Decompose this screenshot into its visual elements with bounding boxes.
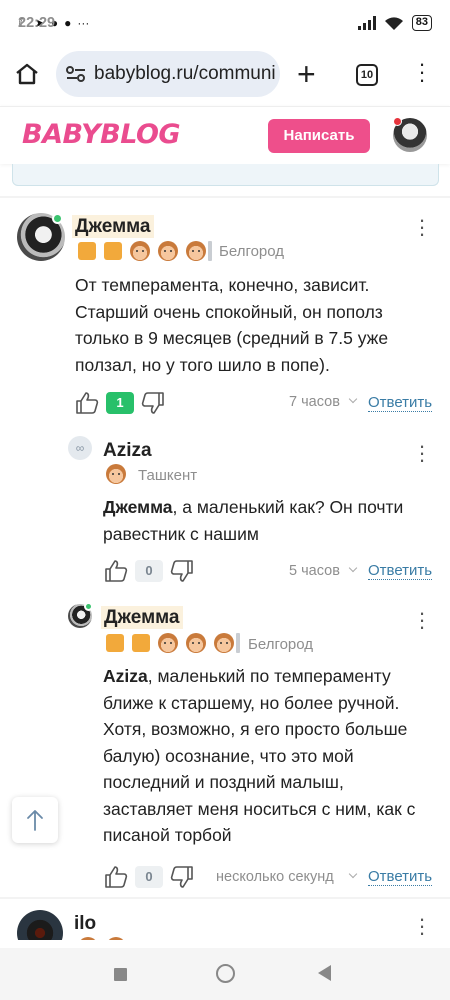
vote-controls: 0: [103, 558, 195, 584]
comment-author[interactable]: Джемма: [101, 606, 183, 629]
comment-text: От темперамента, конечно, зависит. Старш…: [75, 275, 389, 375]
comment-author[interactable]: Джемма: [72, 215, 154, 238]
site-header: BABYBLOG Написать: [0, 106, 450, 164]
mention-link[interactable]: Джемма: [103, 497, 173, 517]
reply-link[interactable]: Ответить: [368, 869, 433, 886]
home-nav-icon[interactable]: [216, 964, 235, 983]
battery-indicator: 83: [411, 15, 432, 31]
avatar-placeholder-icon[interactable]: ∞: [68, 436, 92, 460]
content-fade: [0, 940, 450, 948]
baby-boy-icon: [214, 633, 234, 653]
thumbs-down-icon[interactable]: [169, 558, 195, 584]
comment-menu-icon[interactable]: · · ·: [417, 908, 427, 944]
comment-divider: [0, 897, 450, 899]
baby-boy-icon: [158, 633, 178, 653]
more-notifications-icon: ···: [77, 16, 90, 30]
thumbs-up-icon[interactable]: [103, 558, 129, 584]
signal-icon: [357, 16, 376, 30]
baby-boy-icon: [106, 464, 126, 484]
status-bar: 22:29 ☾ ➤ ● ● ··· 83: [0, 0, 450, 46]
comment-menu-icon[interactable]: · · ·: [417, 209, 427, 245]
online-indicator: [84, 602, 93, 611]
comment-author[interactable]: ilo: [74, 913, 96, 935]
comment-menu-icon[interactable]: · · ·: [417, 435, 427, 471]
thumbs-up-icon[interactable]: [103, 864, 129, 890]
browser-toolbar: babyblog.ru/communi + 10 · · ·: [0, 50, 450, 102]
baby-boy-icon: [130, 241, 150, 261]
pregnancy-bar-icon: [208, 241, 212, 261]
vote-count: 0: [135, 866, 163, 888]
new-tab-icon[interactable]: +: [297, 56, 316, 93]
thumbs-down-icon[interactable]: [169, 864, 195, 890]
site-logo[interactable]: BABYBLOG: [22, 119, 181, 150]
mention-link[interactable]: Aziza: [103, 666, 148, 686]
user-badges: [106, 633, 240, 653]
vote-controls: 0: [103, 864, 195, 890]
comment-author[interactable]: Aziza: [103, 440, 152, 462]
pregnancy-bar-icon: [236, 633, 240, 653]
badge-square-icon: [78, 242, 96, 260]
comment-time: 5 часов: [289, 563, 340, 579]
user-badges: [78, 241, 212, 261]
comment-time: 7 часов: [289, 394, 340, 410]
badge-square-icon: [132, 634, 150, 652]
recents-icon[interactable]: [114, 968, 127, 981]
vote-count: 1: [106, 392, 134, 414]
user-city: Ташкент: [138, 467, 198, 484]
arrow-up-icon: [27, 810, 43, 831]
badge-square-icon: [104, 242, 122, 260]
comment-text: Aziza, маленький по темпераменту ближе к…: [103, 666, 416, 845]
badge-square-icon: [106, 634, 124, 652]
tab-switcher-button[interactable]: 10: [356, 64, 378, 86]
comment-divider: [0, 196, 450, 198]
vote-count: 0: [135, 560, 163, 582]
url-text: babyblog.ru/communi: [94, 63, 276, 84]
status-time: 22:29: [18, 15, 56, 31]
user-city: Белгород: [248, 636, 314, 653]
url-bar[interactable]: babyblog.ru/communi: [56, 51, 280, 97]
thumbs-down-icon[interactable]: [140, 390, 166, 416]
write-button[interactable]: Написать: [268, 119, 370, 153]
message-icon: ●: [64, 16, 72, 30]
comment-menu-icon[interactable]: · · ·: [417, 602, 427, 638]
site-settings-icon[interactable]: [66, 66, 86, 82]
baby-boy-icon: [186, 633, 206, 653]
reply-link[interactable]: Ответить: [368, 395, 433, 412]
browser-menu-icon[interactable]: · · ·: [415, 53, 429, 91]
previous-card-bottom: [12, 164, 439, 186]
notification-dot: [393, 117, 402, 126]
reply-link[interactable]: Ответить: [368, 563, 433, 580]
user-badges: [106, 464, 126, 484]
vote-controls: 1: [74, 390, 166, 416]
wifi-icon: [384, 16, 403, 30]
separator-icon: [348, 563, 358, 573]
system-navigation-bar: [0, 948, 450, 1000]
home-icon[interactable]: [14, 62, 40, 86]
baby-boy-icon: [186, 241, 206, 261]
back-icon[interactable]: [318, 965, 331, 981]
baby-boy-icon: [158, 241, 178, 261]
thumbs-up-icon[interactable]: [74, 390, 100, 416]
comment-time: несколько секунд: [216, 869, 334, 885]
user-city: Белгород: [219, 243, 285, 260]
scroll-to-top-button[interactable]: [12, 797, 58, 843]
separator-icon: [348, 869, 358, 879]
separator-icon: [348, 394, 358, 404]
online-indicator: [52, 213, 63, 224]
comment-text: Джемма, а маленький как? Он почти равест…: [103, 497, 404, 544]
